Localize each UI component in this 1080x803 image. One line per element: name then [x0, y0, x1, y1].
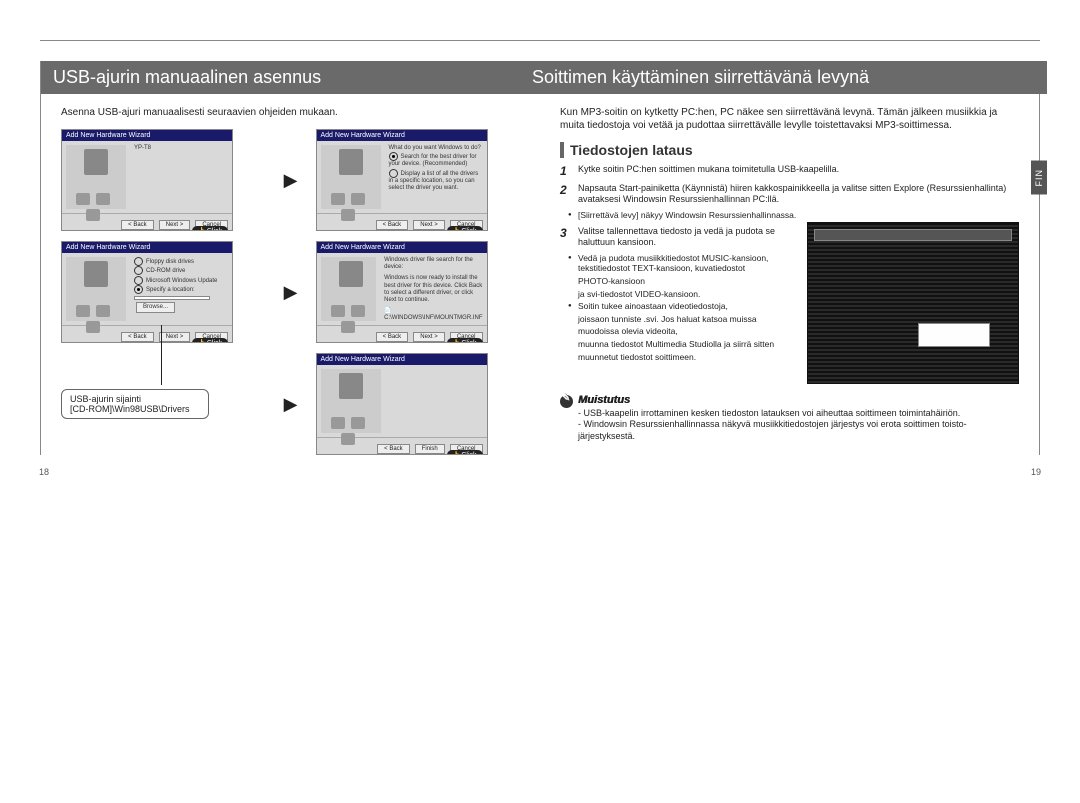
wizard-text: Floppy disk drives CD-ROM drive Microsof…: [130, 253, 232, 325]
step-3-sub: ja svi-tiedostot VIDEO-kansioon.: [578, 289, 795, 300]
step-3-sub: PHOTO-kansioon: [578, 276, 795, 287]
callout-line2: [CD-ROM]\Win98USB\Drivers: [70, 404, 200, 414]
wizard-header: Add New Hardware Wizard: [317, 354, 487, 365]
wizard-illustration: [321, 145, 381, 209]
right-title: Soittimen käyttäminen siirrettävänä levy…: [520, 61, 1047, 94]
wizard-text: What do you want Windows to do? Search f…: [385, 141, 487, 213]
step-2: 2 Napsauta Start-painiketta (Käynnistä) …: [560, 183, 1019, 206]
step-3-sub: joissaon tunniste .svi. Jos haluat katso…: [578, 314, 795, 325]
explorer-screenshot: [807, 222, 1019, 384]
wizard-step-2: Add New Hardware Wizard What do you want…: [316, 129, 488, 231]
page-number-left: 18: [39, 467, 49, 477]
finish-button[interactable]: Finish: [415, 444, 445, 454]
arrow-right-icon: ▶: [276, 394, 306, 415]
step-3-sub: muunnetut tiedostot soittimeen.: [578, 352, 795, 363]
page-number-right: 19: [1031, 467, 1041, 477]
wizard-header: Add New Hardware Wizard: [62, 242, 232, 253]
note-line: - Windowsin Resurssienhallinnassa näkyvä…: [578, 419, 1019, 442]
wizard-text: YP-T8: [130, 141, 232, 213]
step-number: 2: [560, 183, 572, 206]
back-button[interactable]: < Back: [376, 220, 409, 230]
back-button[interactable]: < Back: [121, 220, 154, 230]
arrow-right-icon: ▶: [276, 282, 306, 303]
wizard-header: Add New Hardware Wizard: [317, 242, 487, 253]
left-page: USB-ajurin manuaalinen asennus Asenna US…: [40, 61, 540, 455]
step-number: 3: [560, 226, 572, 249]
wizard-step-5: Add New Hardware Wizard < Back Finish Ca…: [316, 353, 488, 455]
next-button[interactable]: Next >: [413, 332, 445, 342]
wizard-header: Add New Hardware Wizard: [62, 130, 232, 141]
left-title: USB-ajurin manuaalinen asennus: [41, 61, 540, 94]
step-text: Valitse tallennettava tiedosto ja vedä j…: [578, 226, 795, 249]
next-button[interactable]: Next >: [159, 332, 191, 342]
back-button[interactable]: < Back: [376, 332, 409, 342]
step-3-sub: Soitin tukee ainoastaan videotiedostoja,: [578, 301, 795, 312]
next-button[interactable]: Next >: [159, 220, 191, 230]
leader-line: [161, 325, 162, 385]
wizard-illustration: [321, 257, 377, 321]
wizard-header: Add New Hardware Wizard: [317, 130, 487, 141]
wizard-text: [385, 365, 487, 437]
callout-line1: USB-ajurin sijainti: [70, 394, 200, 404]
language-tab: FIN: [1031, 161, 1047, 195]
wizard-grid: Add New Hardware Wizard YP-T8 < Back Nex…: [61, 129, 520, 455]
note-line: - USB-kaapelin irrottaminen kesken tiedo…: [578, 408, 1019, 419]
browse-button[interactable]: Browse...: [136, 302, 175, 313]
driver-location-callout: USB-ajurin sijainti [CD-ROM]\Win98USB\Dr…: [61, 389, 209, 419]
step-number: 1: [560, 164, 572, 179]
wizard-step-3: Add New Hardware Wizard Floppy disk driv…: [61, 241, 233, 343]
next-button[interactable]: Next >: [413, 220, 445, 230]
wizard-illustration: [66, 145, 126, 209]
step-3-sub: muunna tiedostot Multimedia Studiolla ja…: [578, 339, 795, 350]
step-1: 1 Kytke soitin PC:hen soittimen mukana t…: [560, 164, 1019, 179]
back-button[interactable]: < Back: [121, 332, 154, 342]
wizard-illustration: [66, 257, 126, 321]
step-text: Napsauta Start-painiketta (Käynnistä) hi…: [578, 183, 1019, 206]
wizard-step-4: Add New Hardware Wizard Windows driver f…: [316, 241, 488, 343]
right-page: Soittimen käyttäminen siirrettävänä levy…: [540, 61, 1040, 455]
section-heading: Tiedostojen lataus: [560, 142, 1019, 158]
left-intro: Asenna USB-ajuri manuaalisesti seuraavie…: [61, 106, 520, 119]
back-button[interactable]: < Back: [377, 444, 410, 454]
wizard-text: Windows driver file search for the devic…: [380, 253, 486, 325]
step-3-sub: muodoissa olevia videoita,: [578, 326, 795, 337]
step-3: 3 Valitse tallennettava tiedosto ja vedä…: [560, 226, 795, 249]
arrow-right-icon: ▶: [276, 170, 306, 191]
step-2-sub: [Siirrettävä levy] näkyy Windowsin Resur…: [578, 210, 1019, 221]
wizard-illustration: [321, 369, 381, 433]
step-3-sub: Vedä ja pudota musiikkitiedostot MUSIC-k…: [578, 253, 795, 274]
right-intro: Kun MP3-soitin on kytketty PC:hen, PC nä…: [560, 106, 1019, 132]
step-text: Kytke soitin PC:hen soittimen mukana toi…: [578, 164, 839, 179]
note-heading: Muistutus: [560, 394, 630, 406]
wizard-step-1: Add New Hardware Wizard YP-T8 < Back Nex…: [61, 129, 233, 231]
